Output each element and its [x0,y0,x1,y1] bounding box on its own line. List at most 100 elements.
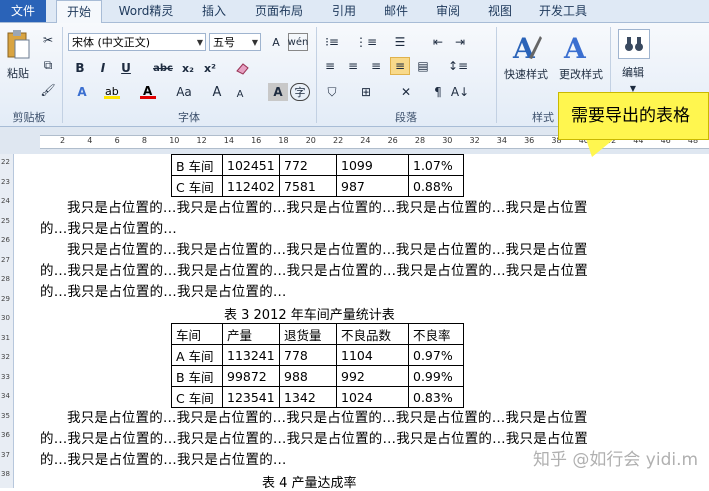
vertical-ruler-number: 34 [1,392,10,400]
align-right-icon[interactable]: ≡ [366,57,386,75]
grow-font-button[interactable]: A [207,83,227,101]
table-row: A 车间 113241 778 1104 0.97% [171,344,464,366]
tab-mailings[interactable]: 邮件 [374,0,418,22]
callout-label: 需要导出的表格 [558,92,709,140]
vertical-ruler-number: 22 [1,158,10,166]
font-group-label: 字体 [178,111,200,124]
italic-button[interactable]: I [93,59,113,77]
tab-file[interactable]: 文件 [0,0,46,22]
table-cell: 1104 [336,344,409,366]
table-cell: 99872 [222,365,280,387]
ruler-number: 14 [223,136,234,145]
change-style-icon[interactable]: A [558,29,598,65]
copy-icon[interactable]: ⧉ [38,56,58,74]
sort-icon[interactable]: ✕ [396,83,416,101]
column-header: 不良品数 [336,323,409,345]
line-spacing-icon[interactable]: ↕≡ [448,57,468,75]
divider [496,27,497,123]
table-cell: 987 [336,175,409,197]
grow-font-icon[interactable]: A [266,33,286,51]
show-marks-icon[interactable]: ¶ [428,83,448,101]
subscript-button[interactable]: x₂ [178,59,198,77]
watermark: 知乎 @如行会 yidi.m [533,450,699,470]
font-size-combo[interactable]: 五号 ▼ [209,33,261,51]
text-line: 的…我只是占位置的… [40,221,177,237]
clear-format-icon[interactable]: wén [288,33,308,51]
vertical-ruler-number: 29 [1,294,10,303]
clipboard-group-label: 剪贴板 [12,111,46,124]
borders-icon[interactable]: ⊞ [356,83,376,101]
table-cell: 1024 [336,386,409,408]
change-case-button[interactable]: Aa [172,83,196,101]
highlight-icon[interactable]: ab [102,83,122,101]
vertical-ruler: 22 23 24 25 26 27 28 29 30 31 32 33 34 35 36 37 38 [0,154,14,488]
char-shading-button[interactable]: A [268,83,288,101]
table-cell: 992 [336,365,409,387]
table-3: 车间 产量 退货量 不良品数 不良率 A 车间 113241 778 1104 … [171,323,464,408]
text-direction-icon[interactable]: A↓ [450,83,470,101]
quick-style-label[interactable]: 快速样式 [500,67,552,81]
vertical-ruler-number: 33 [1,372,10,381]
table-cell: 7581 [279,175,337,197]
vertical-ruler-number: 23 [1,177,10,186]
justify-icon[interactable]: ≡ [390,57,410,75]
bold-button[interactable]: B [70,59,90,77]
table-cell: B 车间 [171,365,223,387]
svg-text:A: A [563,32,587,64]
font-size-value: 五号 [213,36,235,49]
text-effect-icon[interactable]: A [72,83,92,101]
document-page[interactable]: B 车间 102451 772 1099 1.07% C 车间 112402 7… [14,154,709,491]
font-name-combo[interactable]: 宋体 (中文正文) ▼ [68,33,206,51]
svg-text:A: A [512,32,536,64]
change-style-label[interactable]: 更改样式 [555,67,607,81]
shading-icon[interactable]: ⛉ [322,83,342,101]
binoculars-icon[interactable] [618,29,650,59]
tab-references[interactable]: 引用 [322,0,366,22]
tab-page-layout[interactable]: 页面布局 [246,0,312,22]
text-line: 的…我只是占位置的…我只是占位置的… [40,284,287,300]
tab-review[interactable]: 审阅 [426,0,470,22]
tab-developer[interactable]: 开发工具 [530,0,596,22]
distributed-icon[interactable]: ▤ [413,57,433,75]
edit-label[interactable]: 编辑 [614,65,652,79]
vertical-ruler-number: 36 [1,431,10,439]
paste-icon[interactable] [4,29,32,61]
strikethrough-button[interactable]: abc [150,59,176,77]
shrink-font-button[interactable]: A [230,85,250,103]
superscript-button[interactable]: x² [200,59,220,77]
align-center-icon[interactable]: ≡ [343,57,363,75]
ruler-number: 10 [169,136,180,145]
table-cell: 123541 [222,386,280,408]
ruler-number: 20 [305,136,316,145]
format-painter-icon[interactable]: 🖌 [38,81,58,99]
tab-word-genie[interactable]: Word精灵 [108,0,184,22]
tab-home[interactable]: 开始 [56,0,102,23]
tab-insert[interactable]: 插入 [192,0,236,22]
table-cell: 112402 [222,175,280,197]
table-2: B 车间 102451 772 1099 1.07% C 车间 112402 7… [171,154,464,197]
vertical-ruler-number: 30 [1,314,10,322]
table-cell: B 车间 [171,154,223,176]
table-row: B 车间 102451 772 1099 1.07% [171,154,464,176]
tab-view[interactable]: 视图 [478,0,522,22]
ribbon-tab-bar: 文件 开始 Word精灵 插入 页面布局 引用 邮件 审阅 视图 开发工具 [0,0,709,23]
increase-indent-icon[interactable]: ⇥ [450,33,470,51]
ruler-number: 30 [442,136,453,145]
cut-icon[interactable]: ✂ [38,31,58,49]
align-left-icon[interactable]: ≡ [320,57,340,75]
decrease-indent-icon[interactable]: ⇤ [428,33,448,51]
table-cell: A 车间 [171,344,223,366]
bullets-icon[interactable]: ⁝≡ [322,33,342,51]
paragraph-2: 我只是占位置的…我只是占位置的…我只是占位置的…我只是占位置的…我只是占位置 的… [40,240,600,303]
underline-button[interactable]: U [116,59,136,77]
paste-label[interactable]: 粘贴 [2,65,34,81]
multilevel-list-icon[interactable]: ☰ [390,33,410,51]
numbering-icon[interactable]: ⋮≡ [355,33,377,51]
vertical-ruler-number: 25 [1,216,10,225]
quick-style-icon[interactable]: A [505,29,545,65]
enclose-char-button[interactable]: 字 [290,83,310,101]
font-color-icon[interactable]: A [138,83,158,101]
eraser-icon[interactable] [232,59,252,77]
table-cell: 0.97% [408,344,464,366]
ruler-number: 6 [114,136,120,145]
